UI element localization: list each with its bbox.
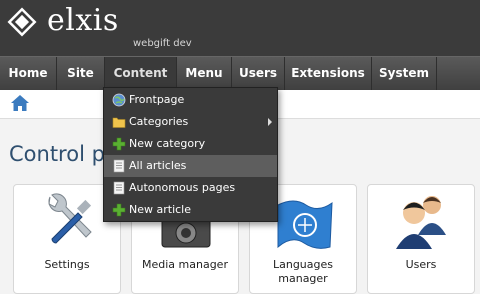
menu-item-label: New article bbox=[129, 203, 191, 216]
menu-item-label: All articles bbox=[129, 159, 187, 172]
menu-item-label: New category bbox=[129, 137, 206, 150]
home-icon[interactable] bbox=[10, 94, 30, 112]
media-manager-label: Media manager bbox=[142, 258, 228, 271]
menu-item-frontpage[interactable]: Frontpage bbox=[104, 89, 277, 111]
tools-icon bbox=[48, 193, 92, 244]
nav-system[interactable]: System bbox=[372, 57, 437, 91]
nav-extensions[interactable]: Extensions bbox=[285, 57, 372, 91]
nav-home[interactable]: Home bbox=[0, 57, 57, 91]
site-name: webgift dev bbox=[133, 38, 192, 49]
folder-icon bbox=[112, 117, 126, 128]
users-label: Users bbox=[405, 258, 437, 271]
document-icon bbox=[113, 181, 125, 195]
main-nav: Home Site Content Menu Users Extensions … bbox=[0, 56, 480, 91]
menu-item-new-category[interactable]: New category bbox=[104, 133, 277, 155]
menu-item-label: Autonomous pages bbox=[129, 181, 236, 194]
users-card[interactable]: Users bbox=[367, 184, 475, 294]
globe-icon bbox=[112, 93, 126, 107]
settings-label: Settings bbox=[44, 258, 90, 271]
menu-item-label: Categories bbox=[129, 115, 189, 128]
elxis-logo-icon[interactable] bbox=[6, 6, 38, 38]
nav-content[interactable]: Content bbox=[105, 57, 177, 91]
menu-item-new-article[interactable]: New article bbox=[104, 199, 277, 221]
menu-item-autonomous-pages[interactable]: Autonomous pages bbox=[104, 177, 277, 199]
submenu-arrow-icon bbox=[268, 118, 272, 126]
menu-item-all-articles[interactable]: All articles bbox=[104, 155, 277, 177]
content-dropdown-menu: Frontpage Categories New category All ar… bbox=[103, 87, 278, 222]
header: elxis webgift dev bbox=[0, 0, 480, 56]
menu-item-categories[interactable]: Categories bbox=[104, 111, 277, 133]
nav-menu[interactable]: Menu bbox=[177, 57, 232, 91]
un-flag-icon bbox=[277, 200, 333, 249]
users-icon bbox=[396, 196, 446, 249]
plus-icon bbox=[112, 137, 126, 151]
plus-icon bbox=[112, 203, 126, 217]
nav-site[interactable]: Site bbox=[57, 57, 105, 91]
brand-name[interactable]: elxis bbox=[47, 3, 119, 38]
languages-manager-label: Languages manager bbox=[272, 258, 334, 285]
nav-users[interactable]: Users bbox=[232, 57, 285, 91]
document-icon bbox=[113, 159, 125, 173]
menu-item-label: Frontpage bbox=[129, 93, 185, 106]
